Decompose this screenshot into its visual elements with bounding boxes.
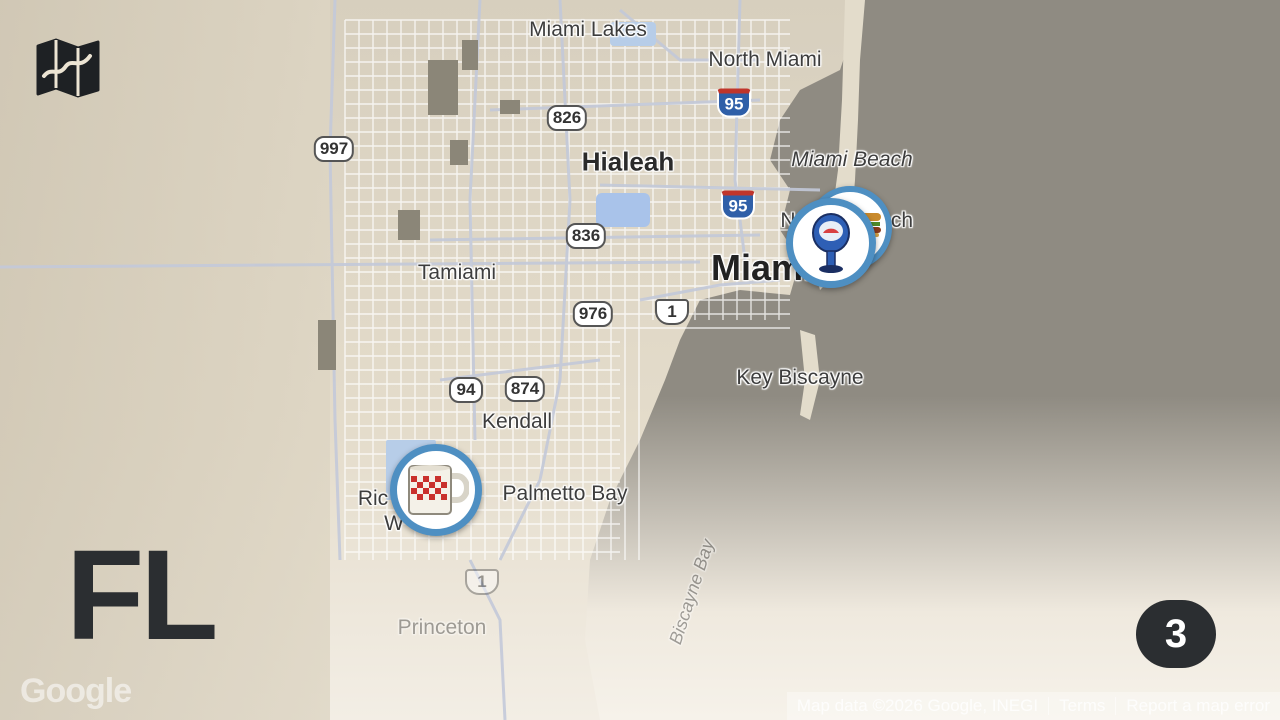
label-palmetto-bay: Palmetto Bay xyxy=(502,482,628,505)
map-marker-diner[interactable] xyxy=(390,444,482,536)
lake xyxy=(596,193,650,227)
diner-mug-icon xyxy=(408,465,469,515)
map-data-text: Map data ©2026 Google, INEGI xyxy=(796,696,1039,715)
us-shield-1-south: 1 xyxy=(465,569,499,595)
route-shield-976: 976 xyxy=(572,301,614,327)
label-miami-lakes: Miami Lakes xyxy=(529,18,647,41)
map-attribution-bar: Map data ©2026 Google, INEGI Terms Repor… xyxy=(786,692,1280,720)
route-shield-826: 826 xyxy=(546,105,588,131)
label-north-beach-tail: ch xyxy=(890,209,914,232)
count-badge: 3 xyxy=(1136,600,1216,668)
label-north-miami: North Miami xyxy=(708,48,822,71)
route-shield-997: 997 xyxy=(313,136,355,162)
label-miami-beach: Miami Beach xyxy=(791,148,913,171)
route-shield-836: 836 xyxy=(565,223,607,249)
report-map-error-link[interactable]: Report a map error xyxy=(1116,696,1280,716)
label-tamiami: Tamiami xyxy=(417,261,497,284)
terms-link[interactable]: Terms xyxy=(1049,696,1115,716)
label-key-biscayne: Key Biscayne xyxy=(736,366,864,389)
label-richmond-partial: Ric xyxy=(357,487,389,510)
state-code-label: FL xyxy=(66,524,218,667)
interstate-shield-95-north: 95 xyxy=(717,88,751,118)
label-princeton: Princeton xyxy=(397,616,487,639)
route-shield-874: 874 xyxy=(504,376,546,402)
google-logo: Google xyxy=(20,672,132,710)
label-hialeah: Hialeah xyxy=(581,146,675,177)
map-marker-parking-meter[interactable] xyxy=(786,198,876,288)
route-shield-94: 94 xyxy=(449,377,483,403)
parking-meter-icon xyxy=(812,213,850,273)
us-shield-1-north: 1 xyxy=(655,299,689,325)
interstate-shield-95-south: 95 xyxy=(721,190,755,220)
folded-map-logo-icon[interactable] xyxy=(34,36,102,100)
label-kendall: Kendall xyxy=(481,410,553,433)
